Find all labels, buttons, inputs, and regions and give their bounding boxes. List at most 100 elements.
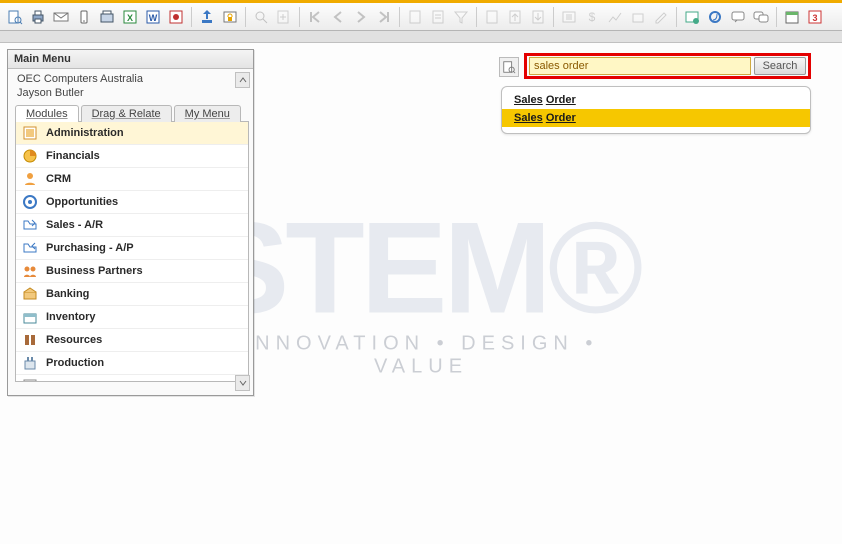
find-icon[interactable] <box>250 6 272 28</box>
tab-my-menu[interactable]: My Menu <box>174 105 241 122</box>
separator <box>299 7 300 27</box>
scroll-down-icon[interactable] <box>235 375 250 391</box>
launch-app-icon[interactable] <box>196 6 218 28</box>
transaction-journal-icon[interactable] <box>558 6 580 28</box>
module-label: Business Partners <box>46 265 143 277</box>
fax-icon[interactable] <box>96 6 118 28</box>
separator <box>245 7 246 27</box>
add-icon[interactable] <box>273 6 295 28</box>
module-label: Administration <box>46 127 124 139</box>
module-item-inventory[interactable]: Inventory <box>16 306 248 329</box>
messages-icon[interactable] <box>727 6 749 28</box>
toolbar: X W $ 3 <box>0 3 842 31</box>
search-result-0[interactable]: Sales Order <box>502 91 810 109</box>
module-item-banking[interactable]: Banking <box>16 283 248 306</box>
module-item-financials[interactable]: Financials <box>16 145 248 168</box>
window-title: Main Menu <box>8 50 253 69</box>
doc2-icon[interactable] <box>427 6 449 28</box>
search-input[interactable] <box>529 57 751 75</box>
separator <box>191 7 192 27</box>
search-options-icon[interactable] <box>499 57 519 77</box>
module-label: Banking <box>46 288 89 300</box>
separator <box>399 7 400 27</box>
inventory-icon <box>22 309 38 325</box>
menu-tabs: Modules Drag & Relate My Menu <box>15 104 249 122</box>
watermark-brand: STEM® <box>203 209 640 326</box>
separator <box>776 7 777 27</box>
preview-icon[interactable] <box>4 6 26 28</box>
user-name: Jayson Butler <box>11 86 253 100</box>
doc3-icon[interactable] <box>481 6 503 28</box>
last-record-icon[interactable] <box>373 6 395 28</box>
admin-icon <box>22 125 38 141</box>
sub-toolbar-strip <box>0 31 842 43</box>
module-item-sales[interactable]: Sales - A/R <box>16 214 248 237</box>
lock-screen-icon[interactable] <box>219 6 241 28</box>
module-label: Resources <box>46 334 102 346</box>
module-list[interactable]: Administration Financials CRM Opportunities… <box>15 122 249 382</box>
module-label: MRP <box>46 380 70 382</box>
search-button[interactable]: Search <box>754 57 806 75</box>
query-manager-icon[interactable] <box>681 6 703 28</box>
resources-icon <box>22 332 38 348</box>
link-icon[interactable] <box>704 6 726 28</box>
target-doc-icon[interactable] <box>527 6 549 28</box>
tab-modules[interactable]: Modules <box>15 105 79 122</box>
module-item-partners[interactable]: Business Partners <box>16 260 248 283</box>
first-record-icon[interactable] <box>304 6 326 28</box>
svg-text:W: W <box>149 13 158 23</box>
layout-designer-icon[interactable] <box>650 6 672 28</box>
sms-icon[interactable] <box>73 6 95 28</box>
banking-icon <box>22 286 38 302</box>
calendar-icon[interactable] <box>781 6 803 28</box>
watermark-tagline: INNOVATION • DESIGN • VALUE <box>203 332 640 378</box>
mail-icon[interactable] <box>50 6 72 28</box>
filter-icon[interactable] <box>450 6 472 28</box>
module-label: Purchasing - A/P <box>46 242 134 254</box>
purchasing-icon <box>22 240 38 256</box>
separator <box>476 7 477 27</box>
svg-text:3: 3 <box>812 13 817 23</box>
crm-icon <box>22 171 38 187</box>
scroll-up-icon[interactable] <box>235 72 250 88</box>
tab-drag-relate[interactable]: Drag & Relate <box>81 105 172 122</box>
svg-text:X: X <box>127 13 133 23</box>
volume-weight-icon[interactable] <box>627 6 649 28</box>
module-label: Inventory <box>46 311 96 323</box>
module-item-admin[interactable]: Administration <box>16 122 248 145</box>
partners-icon <box>22 263 38 279</box>
separator <box>676 7 677 27</box>
mrp-icon <box>22 378 38 382</box>
messages-overview-icon[interactable] <box>750 6 772 28</box>
print-icon[interactable] <box>27 6 49 28</box>
company-name: OEC Computers Australia <box>11 72 253 86</box>
sales-icon <box>22 217 38 233</box>
prev-record-icon[interactable] <box>327 6 349 28</box>
search-results-dropdown: Sales OrderSales Order <box>501 86 811 134</box>
watermark: STEM® INNOVATION • DESIGN • VALUE <box>203 209 640 378</box>
base-doc-icon[interactable] <box>504 6 526 28</box>
module-item-opportunities[interactable]: Opportunities <box>16 191 248 214</box>
financials-icon <box>22 148 38 164</box>
payment-means-icon[interactable]: $ <box>581 6 603 28</box>
module-label: CRM <box>46 173 71 185</box>
module-item-crm[interactable]: CRM <box>16 168 248 191</box>
svg-text:$: $ <box>589 10 596 24</box>
module-label: Financials <box>46 150 100 162</box>
next-record-icon[interactable] <box>350 6 372 28</box>
module-label: Production <box>46 357 104 369</box>
module-item-purchasing[interactable]: Purchasing - A/P <box>16 237 248 260</box>
module-item-production[interactable]: Production <box>16 352 248 375</box>
default-branch-icon[interactable]: 3 <box>804 6 826 28</box>
module-label: Sales - A/R <box>46 219 103 231</box>
module-item-mrp[interactable]: MRP <box>16 375 248 382</box>
main-menu-window: Main Menu OEC Computers Australia Jayson… <box>7 49 254 396</box>
export-pdf-icon[interactable] <box>165 6 187 28</box>
export-excel-icon[interactable]: X <box>119 6 141 28</box>
gross-profit-icon[interactable] <box>604 6 626 28</box>
workspace: STEM® INNOVATION • DESIGN • VALUE Main M… <box>0 43 842 544</box>
search-result-1[interactable]: Sales Order <box>502 109 810 127</box>
doc1-icon[interactable] <box>404 6 426 28</box>
export-word-icon[interactable]: W <box>142 6 164 28</box>
module-item-resources[interactable]: Resources <box>16 329 248 352</box>
